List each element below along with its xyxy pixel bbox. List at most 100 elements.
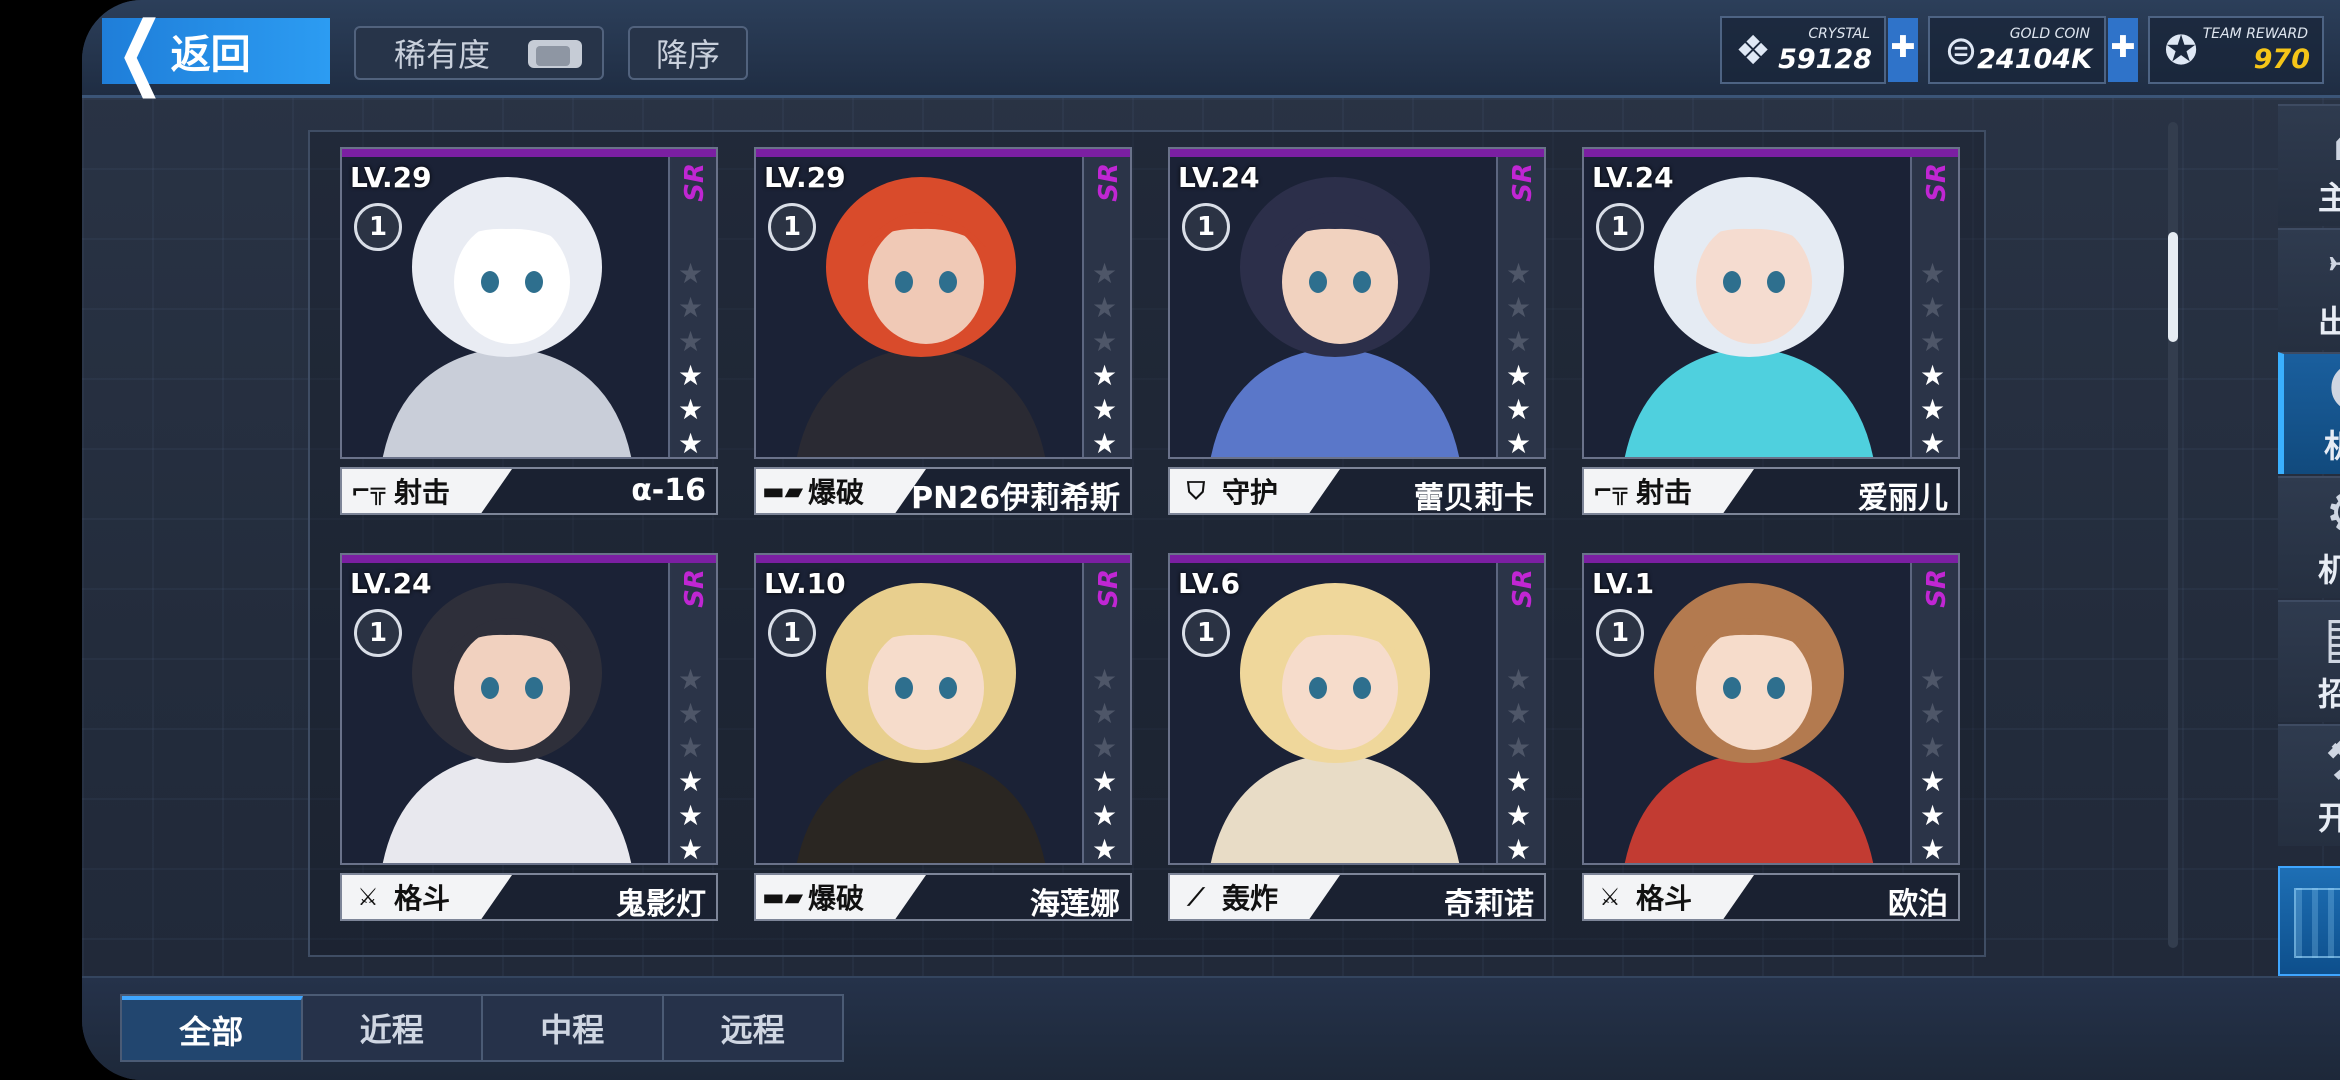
star-icon: ★ [1506, 359, 1532, 392]
star-icon: ★ [1920, 257, 1946, 290]
star-icon: ★ [1506, 291, 1532, 324]
pilot-type-label: 爆破 [808, 476, 865, 509]
rarity-stripe [342, 555, 716, 563]
pilot-type-label: 格斗 [1636, 882, 1693, 915]
sidebar-item-pilot[interactable]: ☻ 机师 [2278, 352, 2340, 474]
pilot-name: 奇莉诺 [1444, 887, 1534, 922]
develop-icon: ⚒ [2278, 726, 2340, 798]
crystal-counter: ❖ CRYSTAL 59128 [1720, 16, 1886, 84]
sidebar-item-hangar[interactable]: ⚙ 机库 [2278, 476, 2340, 598]
mortar-icon: ⟋ [1187, 883, 1205, 911]
pilot-card[interactable]: LV.1 1 SR ★ ★ ★ ★ ★ ★ ⚔ 格斗 欧泊 [1582, 553, 1960, 923]
pilot-portrait-art [342, 563, 672, 863]
pilot-name: PN26伊莉希斯 [911, 481, 1120, 516]
rank-badge: 1 [1596, 609, 1644, 657]
star-icon: ★ [678, 359, 704, 392]
tab-short-range-label: 近程 [359, 1011, 424, 1049]
star-icon: ★ [1506, 731, 1532, 764]
sidebar-item-recruit[interactable]: ▤ 招募 [2278, 600, 2340, 722]
gold-coin-value: 24104K [1977, 44, 2092, 75]
tab-mid-range-label: 中程 [540, 1011, 605, 1049]
pilot-card[interactable]: LV.24 1 SR ★ ★ ★ ★ ★ ★ ⚔ 格斗 鬼影灯 [340, 553, 718, 923]
add-crystal-button[interactable]: ✚ [1888, 18, 1918, 82]
pilot-type-tag: ⚔ 格斗 [342, 875, 512, 919]
star-icon: ★ [678, 697, 704, 730]
team-reward-value: 970 [2253, 44, 2310, 75]
pilot-portrait-art [1170, 563, 1500, 863]
star-icon: ★ [1092, 325, 1118, 358]
tab-long-range[interactable]: 远程 [664, 996, 843, 1060]
pilot-info-bar: ⛉ 守护 蕾贝莉卡 [1168, 467, 1546, 516]
rarity-rail: SR ★ ★ ★ ★ ★ ★ [1496, 563, 1544, 863]
crystal-label: CRYSTAL [1808, 26, 1870, 42]
rarity-rail: SR ★ ★ ★ ★ ★ ★ [1496, 157, 1544, 457]
mini-map-button[interactable] [2278, 866, 2340, 976]
pilot-portrait-art [342, 157, 672, 457]
rarity-stripe [1584, 555, 1958, 563]
tab-mid-range[interactable]: 中程 [483, 996, 664, 1060]
pilot-card[interactable]: LV.10 1 SR ★ ★ ★ ★ ★ ★ ▬▰ 爆破 海莲娜 [754, 553, 1132, 923]
star-icon: ★ [1506, 325, 1532, 358]
pilot-name: α-16 [631, 473, 706, 508]
team-reward-label: TEAM REWARD [2202, 26, 2308, 42]
star-icon: ★ [1092, 799, 1118, 832]
pilot-type-tag: ⛉ 守护 [1170, 469, 1340, 513]
launcher-icon: ▬▰ [762, 883, 804, 911]
star-icon: ★ [1092, 765, 1118, 798]
pilot-card[interactable]: LV.6 1 SR ★ ★ ★ ★ ★ ★ ⟋ 轰炸 奇莉诺 [1168, 553, 1546, 923]
rank-badge: 1 [354, 203, 402, 251]
sortie-icon: ✈ [2278, 230, 2340, 302]
tab-all[interactable]: 全部 [122, 996, 303, 1060]
pilot-card[interactable]: LV.24 1 SR ★ ★ ★ ★ ★ ★ ⌐╦ 射击 爱丽儿 [1582, 147, 1960, 517]
star-icon: ★ [1506, 697, 1532, 730]
pilot-name: 海莲娜 [1030, 887, 1120, 922]
pilot-card-frame: LV.24 1 SR ★ ★ ★ ★ ★ ★ [340, 553, 718, 865]
pilot-type-tag: ▬▰ 爆破 [756, 469, 926, 513]
star-icon: ★ [1920, 427, 1946, 459]
pilot-info-bar: ▬▰ 爆破 海莲娜 [754, 873, 1132, 922]
range-filter-tabs: 全部 近程 中程 远程 [120, 994, 844, 1062]
sidebar-item-develop[interactable]: ⚒ 开发 [2278, 724, 2340, 846]
pilot-card-frame: LV.10 1 SR ★ ★ ★ ★ ★ ★ [754, 553, 1132, 865]
pilot-card-frame: LV.6 1 SR ★ ★ ★ ★ ★ ★ [1168, 553, 1546, 865]
pilot-type-tag: ⌐╦ 射击 [342, 469, 512, 513]
pilot-card[interactable]: LV.29 1 SR ★ ★ ★ ★ ★ ★ ▬▰ 爆破 PN26伊莉希斯 [754, 147, 1132, 517]
star-icon: ★ [1092, 731, 1118, 764]
star-icon: ★ [1506, 663, 1532, 696]
pilot-card-frame: LV.24 1 SR ★ ★ ★ ★ ★ ★ [1582, 147, 1960, 459]
sidebar-item-hall[interactable]: ⌂ 主厅 [2278, 104, 2340, 226]
rarity-label: SR [1922, 569, 1952, 608]
rarity-rail: SR ★ ★ ★ ★ ★ ★ [1910, 563, 1958, 863]
star-icon: ★ [1092, 697, 1118, 730]
rarity-stripe [342, 149, 716, 157]
star-icon: ★ [678, 731, 704, 764]
rank-badge: 1 [1596, 203, 1644, 251]
pilot-card-frame: LV.29 1 SR ★ ★ ★ ★ ★ ★ [340, 147, 718, 459]
star-icon: ★ [1920, 765, 1946, 798]
pilot-portrait-art [1170, 157, 1500, 457]
scrollbar-thumb[interactable] [2168, 232, 2178, 342]
grid-scrollbar[interactable] [2168, 122, 2178, 948]
back-button[interactable]: ❮ 返回 [102, 3, 330, 99]
pilot-info-bar: ⟋ 轰炸 奇莉诺 [1168, 873, 1546, 922]
star-icon: ★ [1920, 799, 1946, 832]
star-icon: ★ [1506, 799, 1532, 832]
star-icon: ★ [1920, 359, 1946, 392]
add-gold-coin-button[interactable]: ✚ [2108, 18, 2138, 82]
star-icon: ★ [1506, 765, 1532, 798]
pilot-card[interactable]: LV.24 1 SR ★ ★ ★ ★ ★ ★ ⛉ 守护 蕾贝莉卡 [1168, 147, 1546, 517]
toggle-switch-icon [528, 40, 582, 68]
sort-order-button[interactable]: 降序 [628, 26, 748, 80]
tab-all-label: 全部 [179, 1013, 244, 1051]
pilot-type-label: 格斗 [394, 882, 451, 915]
rarity-filter-toggle[interactable]: 稀有度 [354, 26, 604, 80]
pilot-portrait [342, 157, 672, 457]
pilot-name: 爱丽儿 [1858, 481, 1948, 516]
pilot-level: LV.6 [1178, 567, 1241, 600]
sidebar-item-label: 机库 [2317, 551, 2340, 589]
star-icon: ★ [1092, 663, 1118, 696]
tab-short-range[interactable]: 近程 [303, 996, 483, 1060]
sidebar-item-sortie[interactable]: ✈ 出战 [2278, 228, 2340, 350]
pilot-card[interactable]: LV.29 1 SR ★ ★ ★ ★ ★ ★ ⌐╦ 射击 α-16 [340, 147, 718, 517]
pilot-level: LV.1 [1592, 567, 1655, 600]
